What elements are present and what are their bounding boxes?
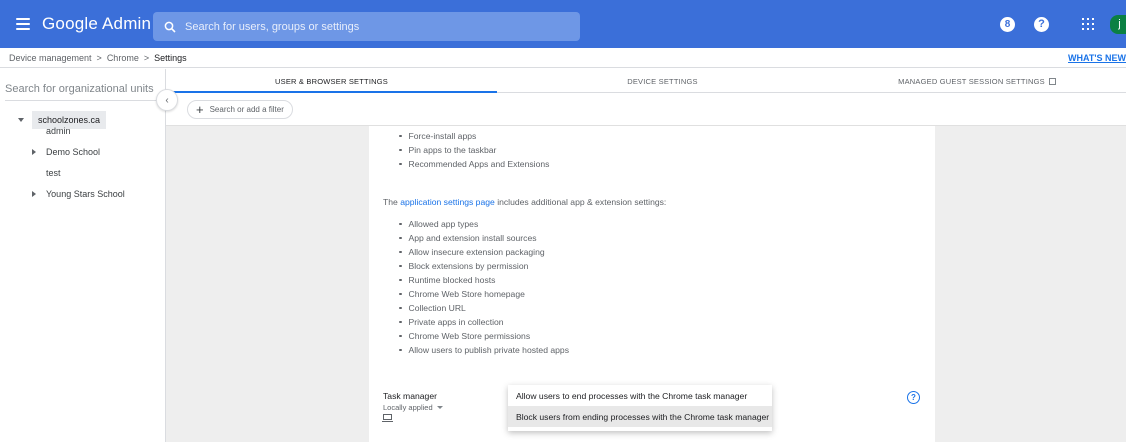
top-bullet-list: Force-install apps Pin apps to the taskb…	[399, 129, 550, 171]
org-item-label: admin	[46, 126, 71, 136]
expand-caret-icon[interactable]	[32, 149, 36, 155]
app-settings-list: Allowed app types App and extension inst…	[399, 217, 570, 357]
breadcrumb-device-management[interactable]: Device management	[9, 53, 92, 63]
list-item: Allowed app types	[399, 217, 569, 231]
help-icon[interactable]: ?	[1034, 16, 1049, 32]
laptop-icon	[382, 414, 393, 422]
active-tab-indicator	[166, 91, 497, 93]
org-search-input[interactable]	[5, 83, 160, 95]
chevron-down-icon	[436, 406, 443, 409]
plus-icon: +	[196, 102, 204, 117]
org-item-label: Young Stars School	[46, 189, 125, 199]
notifications-badge-icon[interactable]: 8	[1000, 16, 1015, 32]
expand-caret-icon[interactable]	[18, 118, 24, 122]
tab-label: USER & BROWSER SETTINGS	[275, 76, 388, 86]
help-icon[interactable]: ?	[907, 391, 920, 404]
list-item: Block extensions by permission	[399, 259, 569, 273]
org-item-test[interactable]: test	[46, 168, 61, 178]
tab-managed-guest-session-settings[interactable]: MANAGED GUEST SESSION SETTINGS	[828, 69, 1126, 93]
task-manager-dropdown-menu[interactable]: Allow users to end processes with the Ch…	[508, 385, 772, 431]
breadcrumb: Device management > Chrome > Settings	[9, 53, 187, 63]
org-unit-sidebar: schoolzones.ca admin Demo School test Yo…	[0, 69, 166, 442]
breadcrumb-settings: Settings	[154, 52, 187, 63]
list-item: Collection URL	[399, 301, 569, 315]
option-block-end-processes[interactable]: Block users from ending processes with t…	[508, 406, 772, 427]
tab-user-browser-settings[interactable]: USER & BROWSER SETTINGS	[166, 69, 497, 93]
collapse-sidebar-button[interactable]: ‹	[156, 89, 178, 111]
paragraph-text: The	[383, 197, 401, 207]
breadcrumb-separator: >	[96, 52, 102, 63]
filter-bar: + Search or add a filter	[166, 94, 1126, 126]
filter-label: Search or add a filter	[209, 105, 284, 114]
org-item-admin[interactable]: admin	[46, 126, 71, 136]
search-icon	[164, 21, 176, 33]
org-item-label: test	[46, 168, 61, 178]
list-item: Allow insecure extension packaging	[399, 245, 569, 259]
tab-label: MANAGED GUEST SESSION SETTINGS	[898, 76, 1045, 86]
org-item-demo-school[interactable]: Demo School	[32, 147, 100, 157]
tab-label: DEVICE SETTINGS	[627, 76, 698, 86]
global-search[interactable]	[153, 12, 580, 41]
divider	[5, 100, 161, 101]
whats-new-link[interactable]: WHAT'S NEW	[1068, 53, 1126, 63]
list-item: Allow users to publish private hosted ap…	[399, 343, 570, 357]
app-title[interactable]: Google Admin	[42, 14, 151, 34]
hamburger-menu-icon[interactable]	[16, 18, 30, 30]
tab-device-settings[interactable]: DEVICE SETTINGS	[497, 69, 828, 93]
list-item: Chrome Web Store permissions	[399, 329, 569, 343]
chevron-left-icon: ‹	[165, 94, 169, 106]
avatar[interactable]: j	[1110, 14, 1126, 34]
list-item: Pin apps to the taskbar	[399, 143, 549, 157]
apps-grid-icon[interactable]	[1082, 18, 1094, 30]
breadcrumb-separator: >	[143, 52, 150, 63]
inheritance-status[interactable]: Locally applied	[383, 403, 443, 412]
add-filter-button[interactable]: + Search or add a filter	[187, 100, 293, 119]
setting-title: Task manager	[383, 391, 437, 401]
expand-caret-icon[interactable]	[32, 191, 36, 197]
org-item-label: Demo School	[46, 147, 101, 157]
application-settings-link[interactable]: application settings page	[400, 197, 495, 207]
list-item: Chrome Web Store homepage	[399, 287, 569, 301]
list-item: App and extension install sources	[399, 231, 569, 245]
list-item: Private apps in collection	[399, 315, 569, 329]
list-item: Force-install apps	[399, 129, 549, 143]
org-search[interactable]	[5, 83, 160, 95]
paragraph-text: includes additional app & extension sett…	[494, 197, 667, 207]
breadcrumb-chrome[interactable]: Chrome	[107, 53, 139, 63]
top-app-bar: Google Admin 8 ? j	[0, 0, 1126, 48]
inheritance-label: Locally applied	[383, 403, 433, 412]
open-in-new-icon	[1048, 77, 1056, 85]
description-paragraph: The application settings page includes a…	[383, 197, 666, 207]
org-item-young-stars-school[interactable]: Young Stars School	[32, 189, 125, 199]
option-allow-end-processes[interactable]: Allow users to end processes with the Ch…	[508, 385, 772, 406]
search-input[interactable]	[185, 20, 565, 33]
breadcrumb-bar: Device management > Chrome > Settings WH…	[0, 48, 1126, 68]
list-item: Runtime blocked hosts	[399, 273, 569, 287]
settings-tabs: USER & BROWSER SETTINGS DEVICE SETTINGS …	[166, 69, 1126, 93]
list-item: Recommended Apps and Extensions	[399, 157, 550, 171]
